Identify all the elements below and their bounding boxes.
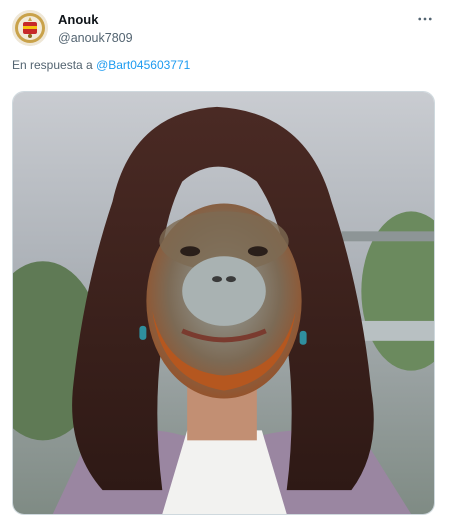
more-horizontal-icon (418, 17, 432, 21)
avatar[interactable] (12, 10, 48, 46)
avatar-emblem-icon (12, 10, 48, 46)
photo (13, 92, 434, 514)
reply-prefix: En respuesta a (12, 58, 93, 72)
tweet-image[interactable] (12, 91, 435, 515)
more-options-button[interactable] (412, 10, 438, 28)
reply-to-link[interactable]: @Bart045603771 (96, 58, 190, 72)
display-name[interactable]: Anouk (58, 12, 133, 28)
author-names: Anouk @anouk7809 (58, 12, 133, 46)
reply-context: En respuesta a @Bart045603771 (12, 58, 190, 72)
tweet: Anouk @anouk7809 En respuesta a @Bart045… (0, 0, 450, 521)
handle[interactable]: @anouk7809 (58, 30, 133, 46)
